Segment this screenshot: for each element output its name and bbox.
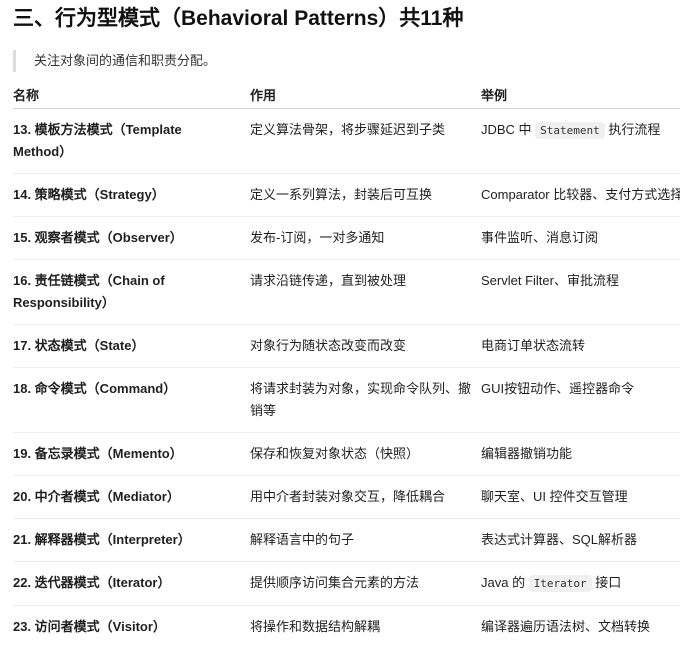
table-row: 14. 策略模式（Strategy） 定义一系列算法，封装后可互换 Compar…: [13, 173, 680, 217]
pattern-name: 22. 迭代器模式（Iterator）: [13, 561, 250, 606]
example-text: Java 的: [481, 575, 529, 590]
table-row: 20. 中介者模式（Mediator） 用中介者封装对象交互，降低耦合 聊天室、…: [13, 475, 680, 519]
pattern-name: 17. 状态模式（State）: [13, 324, 250, 368]
pattern-name: 18. 命令模式（Command）: [13, 367, 250, 433]
table-row: 17. 状态模式（State） 对象行为随状态改变而改变 电商订单状态流转: [13, 324, 680, 368]
pattern-example: Java 的 Iterator 接口: [481, 561, 680, 606]
pattern-purpose: 提供顺序访问集合元素的方法: [250, 561, 481, 606]
table-header-row: 名称 作用 举例: [13, 80, 680, 109]
table-row: 18. 命令模式（Command） 将请求封装为对象，实现命令队列、撤销等 GU…: [13, 367, 680, 433]
pattern-example: Comparator 比较器、支付方式选择: [481, 173, 680, 217]
table-row: 19. 备忘录模式（Memento） 保存和恢复对象状态（快照） 编辑器撤销功能: [13, 432, 680, 476]
example-text: JDBC 中: [481, 122, 536, 137]
pattern-name: 15. 观察者模式（Observer）: [13, 216, 250, 260]
pattern-example: 表达式计算器、SQL解析器: [481, 518, 680, 562]
pattern-purpose: 定义一系列算法，封装后可互换: [250, 173, 481, 217]
pattern-name: 23. 访问者模式（Visitor）: [13, 605, 250, 648]
pattern-purpose: 将请求封装为对象，实现命令队列、撤销等: [250, 367, 481, 433]
pattern-purpose: 解释语言中的句子: [250, 518, 481, 562]
pattern-purpose: 保存和恢复对象状态（快照）: [250, 432, 481, 476]
pattern-purpose: 对象行为随状态改变而改变: [250, 324, 481, 368]
pattern-example: Servlet Filter、审批流程: [481, 259, 680, 325]
pattern-name: 21. 解释器模式（Interpreter）: [13, 518, 250, 562]
pattern-name: 13. 模板方法模式（Template Method）: [13, 108, 250, 174]
table-row: 22. 迭代器模式（Iterator） 提供顺序访问集合元素的方法 Java 的…: [13, 561, 680, 606]
pattern-example: GUI按钮动作、遥控器命令: [481, 367, 680, 433]
table-row: 21. 解释器模式（Interpreter） 解释语言中的句子 表达式计算器、S…: [13, 518, 680, 562]
table-row: 16. 责任链模式（Chain of Responsibility） 请求沿链传…: [13, 259, 680, 325]
pattern-example: 编辑器撤销功能: [481, 432, 680, 476]
pattern-example: 事件监听、消息订阅: [481, 216, 680, 260]
document-page: 三、行为型模式（Behavioral Patterns）共11种 关注对象间的通…: [0, 0, 680, 648]
pattern-example: 聊天室、UI 控件交互管理: [481, 475, 680, 519]
column-header-purpose: 作用: [250, 80, 481, 109]
pattern-purpose: 用中介者封装对象交互，降低耦合: [250, 475, 481, 519]
pattern-purpose: 请求沿链传递，直到被处理: [250, 259, 481, 325]
pattern-example: JDBC 中 Statement 执行流程: [481, 108, 680, 174]
pattern-purpose: 将操作和数据结构解耦: [250, 605, 481, 648]
pattern-purpose: 定义算法骨架，将步骤延迟到子类: [250, 108, 481, 174]
pattern-name: 19. 备忘录模式（Memento）: [13, 432, 250, 476]
inline-code: Statement: [535, 122, 605, 139]
example-text-after: 接口: [591, 575, 622, 590]
pattern-name: 16. 责任链模式（Chain of Responsibility）: [13, 259, 250, 325]
column-header-name: 名称: [13, 80, 250, 109]
pattern-example: 编译器遍历语法树、文档转换: [481, 605, 680, 648]
table-row: 23. 访问者模式（Visitor） 将操作和数据结构解耦 编译器遍历语法树、文…: [13, 605, 680, 648]
table-row: 13. 模板方法模式（Template Method） 定义算法骨架，将步骤延迟…: [13, 108, 680, 174]
section-heading: 三、行为型模式（Behavioral Patterns）共11种: [13, 7, 464, 30]
pattern-purpose: 发布-订阅，一对多通知: [250, 216, 481, 260]
table-row: 15. 观察者模式（Observer） 发布-订阅，一对多通知 事件监听、消息订…: [13, 216, 680, 260]
column-header-example: 举例: [481, 80, 680, 109]
example-text-after: 执行流程: [604, 122, 661, 137]
inline-code: Iterator: [528, 575, 592, 592]
blockquote-note: 关注对象间的通信和职责分配。: [13, 50, 216, 72]
pattern-name: 20. 中介者模式（Mediator）: [13, 475, 250, 519]
pattern-example: 电商订单状态流转: [481, 324, 680, 368]
patterns-table: 名称 作用 举例 13. 模板方法模式（Template Method） 定义算…: [13, 80, 680, 648]
pattern-name: 14. 策略模式（Strategy）: [13, 173, 250, 217]
